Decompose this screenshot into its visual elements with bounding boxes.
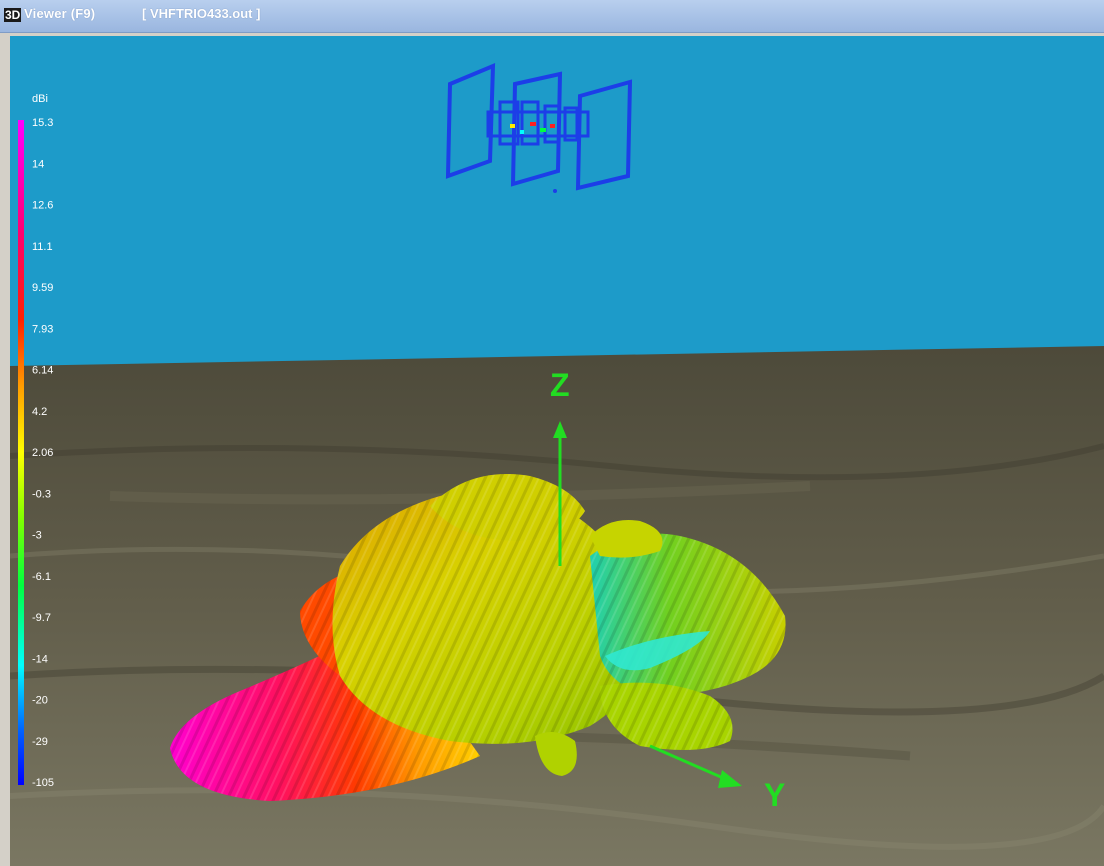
scale-tick-label: 12.6 — [32, 200, 53, 212]
z-axis-label: Z — [550, 367, 570, 403]
scale-unit-label: dBi — [32, 93, 48, 105]
scale-tick-label: 7.93 — [32, 323, 53, 335]
scale-tick-label: -3 — [32, 530, 42, 542]
window-title: Viewer (F9) — [24, 6, 96, 21]
scale-tick-label: -6.1 — [32, 571, 51, 583]
scale-tick-label: -0.3 — [32, 488, 51, 500]
sky-background — [10, 36, 1104, 366]
scale-tick-label: 6.14 — [32, 365, 53, 377]
scale-tick-label: 9.59 — [32, 282, 53, 294]
scene-canvas[interactable]: Z Y dBi 15.3 14 12.6 11.1 9.59 7.93 6.14 4.2 2.0… — [10, 36, 1104, 866]
y-axis-label: Y — [764, 777, 785, 813]
scale-tick-label: -20 — [32, 695, 48, 707]
scale-tick-label: 4.2 — [32, 406, 47, 418]
scale-tick-label: 11.1 — [32, 241, 53, 253]
3d-logo-icon: 3D — [4, 8, 22, 22]
scale-tick-label: 14 — [32, 158, 44, 170]
scale-tick-label: -29 — [32, 736, 48, 748]
scale-color-bar — [18, 120, 24, 785]
file-name-title: [ VHFTRIO433.out ] — [142, 6, 261, 21]
scale-tick-label: -105 — [32, 777, 54, 789]
scale-tick-label: 15.3 — [32, 117, 53, 129]
scale-tick-label: -9.7 — [32, 612, 51, 624]
title-bar[interactable]: 3D Viewer (F9) [ VHFTRIO433.out ] — [0, 0, 1104, 33]
scale-tick-label: 2.06 — [32, 447, 53, 459]
3d-viewport[interactable]: Z Y dBi 15.3 14 12.6 11.1 9.59 7.93 6.14 4.2 2.0… — [10, 36, 1104, 866]
viewer-window: 3D Viewer (F9) [ VHFTRIO433.out ] Z Y dB… — [0, 0, 1104, 866]
scale-tick-label: -14 — [32, 653, 48, 665]
